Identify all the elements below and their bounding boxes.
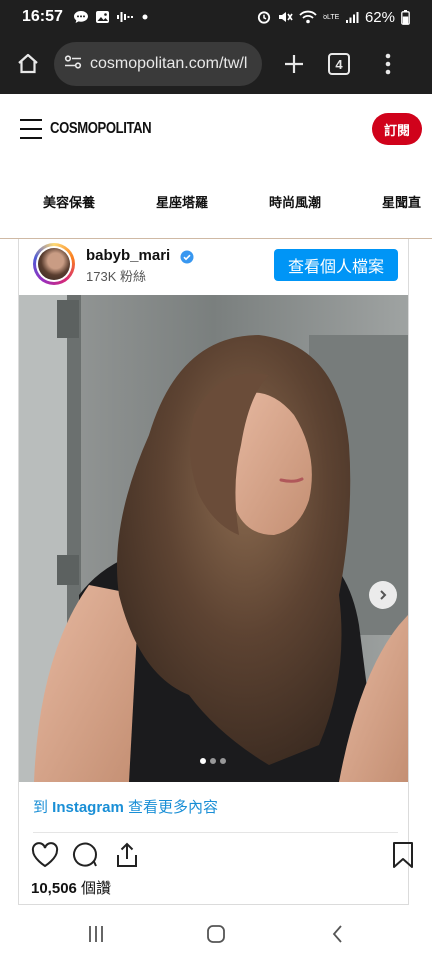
carousel-dot[interactable] [210,758,216,764]
nav-tab-celebrity[interactable]: 星聞直 [382,192,421,211]
nav-tab-fashion[interactable]: 時尚風潮 [269,192,321,211]
site-header: COSMOPOLITAN 訂閱 [0,94,432,164]
chat-bubble-icon [73,10,89,24]
post-actions [29,839,413,873]
back-icon[interactable] [324,920,352,948]
browser-toolbar: cosmopolitan.com/tw/l 4 [0,34,432,94]
post-photo-image [19,295,408,782]
url-text[interactable]: cosmopolitan.com/tw/l [90,55,247,73]
tabs-icon[interactable]: 4 [328,53,350,75]
status-time: 16:57 [22,8,63,25]
nav-tab-beauty[interactable]: 美容保養 [43,192,95,211]
like-count: 10,506 個讚 [31,877,111,898]
verified-icon [180,250,194,264]
heart-icon[interactable] [29,839,61,871]
chevron-right-icon[interactable] [369,581,397,609]
more-vert-icon[interactable] [378,48,398,80]
home-nav-icon[interactable] [202,920,230,948]
mute-icon [277,10,293,24]
carousel-dots [200,758,226,764]
comment-icon[interactable] [69,839,101,871]
volte-label: VoLTE1 [323,13,339,21]
card-divider [33,832,398,833]
plus-icon[interactable] [276,46,312,82]
alarm-icon [257,10,271,24]
audio-wave-icon [116,11,136,23]
hamburger-icon[interactable] [20,119,42,139]
post-photo[interactable] [19,295,408,782]
nav-tab-horoscope[interactable]: 星座塔羅 [156,192,208,211]
like-count-suffix: 個讚 [76,880,112,897]
gallery-icon [95,10,110,24]
share-icon[interactable] [111,839,143,871]
url-bar[interactable]: cosmopolitan.com/tw/l [54,42,262,86]
status-bar: 16:57 VoLTE1 62% [0,0,432,34]
system-nav-bar [0,906,432,960]
follower-count: 173K 粉絲 [86,269,146,284]
view-more-suffix: 查看更多內容 [123,799,219,816]
battery-icon [401,9,410,25]
view-profile-button[interactable]: 查看個人檔案 [274,249,398,281]
like-count-number: 10,506 [31,880,77,897]
recents-icon[interactable] [82,920,110,948]
bookmark-icon[interactable] [387,839,419,871]
wifi-icon [299,10,317,24]
battery-percent: 62% [364,8,395,26]
home-icon[interactable] [12,48,44,80]
carousel-dot[interactable] [220,758,226,764]
notification-dot-icon [142,14,148,20]
avatar[interactable] [33,243,75,285]
subscribe-button[interactable]: 訂閱 [372,113,422,145]
view-more-prefix: 到 [33,799,53,816]
view-more-brand: Instagram [52,799,124,816]
instagram-username[interactable]: babyb_mari [86,247,170,264]
site-logo[interactable]: COSMOPOLITAN [50,120,152,138]
instagram-embed: babyb_mari 173K 粉絲 查看個人檔案 到 Instagram 查看… [18,239,413,905]
signal-icon [345,11,359,24]
carousel-dot[interactable] [200,758,206,764]
instagram-header: babyb_mari 173K 粉絲 查看個人檔案 [19,239,408,295]
view-more-link[interactable]: 到 Instagram 查看更多內容 [33,796,218,817]
site-settings-icon[interactable] [64,54,82,75]
category-nav: 美容保養 星座塔羅 時尚風潮 星聞直 [0,172,432,230]
